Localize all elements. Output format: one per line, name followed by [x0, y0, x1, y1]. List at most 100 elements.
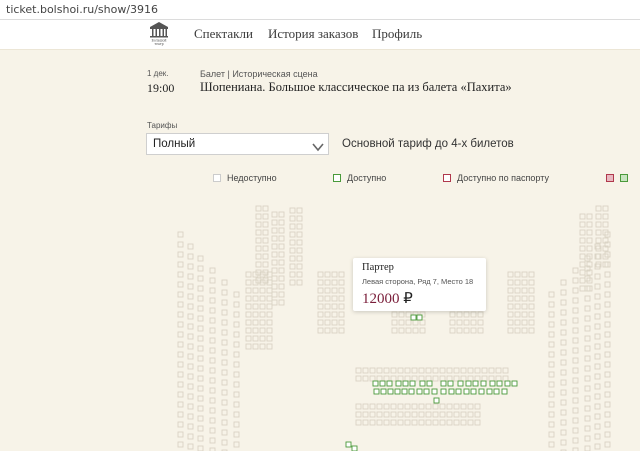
seat-unavailable[interactable] [266, 327, 273, 334]
seat-unavailable[interactable] [463, 319, 470, 326]
seat-unavailable[interactable] [187, 423, 194, 430]
seat-unavailable[interactable] [572, 297, 579, 304]
tariff-select[interactable]: Полный [146, 133, 329, 155]
seat-unavailable[interactable] [177, 381, 184, 388]
seat-unavailable[interactable] [572, 357, 579, 364]
seat-unavailable[interactable] [245, 279, 252, 286]
seat-unavailable[interactable] [432, 411, 439, 418]
seat-unavailable[interactable] [584, 415, 591, 422]
seat-unavailable[interactable] [187, 363, 194, 370]
seat-unavailable[interactable] [560, 409, 567, 416]
seat-unavailable[interactable] [521, 271, 528, 278]
seat-unavailable[interactable] [197, 375, 204, 382]
seat-unavailable[interactable] [481, 375, 488, 382]
seat-unavailable[interactable] [560, 399, 567, 406]
seat-unavailable[interactable] [369, 375, 376, 382]
seat-unavailable[interactable] [405, 311, 412, 318]
seat-unavailable[interactable] [528, 271, 535, 278]
seat-unavailable[interactable] [594, 343, 601, 350]
seat-available[interactable] [440, 380, 447, 387]
seat-unavailable[interactable] [289, 279, 296, 286]
seat-available[interactable] [463, 388, 470, 395]
seat-unavailable[interactable] [594, 433, 601, 440]
seat-unavailable[interactable] [296, 263, 303, 270]
seat-unavailable[interactable] [411, 419, 418, 426]
seat-available[interactable] [426, 380, 433, 387]
seat-unavailable[interactable] [233, 411, 240, 418]
seat-available[interactable] [470, 388, 477, 395]
seat-unavailable[interactable] [418, 375, 425, 382]
seat-unavailable[interactable] [521, 327, 528, 334]
seat-unavailable[interactable] [456, 327, 463, 334]
seat-unavailable[interactable] [355, 375, 362, 382]
seat-unavailable[interactable] [572, 307, 579, 314]
seat-unavailable[interactable] [296, 223, 303, 230]
seat-available[interactable] [408, 388, 415, 395]
seat-unavailable[interactable] [376, 419, 383, 426]
seat-available[interactable] [395, 380, 402, 387]
seat-unavailable[interactable] [197, 345, 204, 352]
seat-unavailable[interactable] [262, 237, 269, 244]
seat-unavailable[interactable] [604, 411, 611, 418]
seat-available[interactable] [472, 380, 479, 387]
seat-unavailable[interactable] [197, 435, 204, 442]
seat-unavailable[interactable] [255, 205, 262, 212]
seat-unavailable[interactable] [412, 319, 419, 326]
bolshoi-logo-icon[interactable]: Большой театр [146, 20, 172, 46]
seat-unavailable[interactable] [278, 267, 285, 274]
seat-unavailable[interactable] [187, 383, 194, 390]
seat-unavailable[interactable] [252, 279, 259, 286]
seat-unavailable[interactable] [502, 367, 509, 374]
seat-unavailable[interactable] [397, 419, 404, 426]
seat-unavailable[interactable] [355, 403, 362, 410]
seat-unavailable[interactable] [369, 411, 376, 418]
seat-unavailable[interactable] [560, 289, 567, 296]
seat-unavailable[interactable] [209, 287, 216, 294]
seat-unavailable[interactable] [560, 319, 567, 326]
seat-unavailable[interactable] [252, 303, 259, 310]
seat-unavailable[interactable] [271, 227, 278, 234]
seat-unavailable[interactable] [560, 309, 567, 316]
seat-unavailable[interactable] [252, 271, 259, 278]
seat-unavailable[interactable] [604, 311, 611, 318]
seat-unavailable[interactable] [528, 295, 535, 302]
seat-unavailable[interactable] [383, 411, 390, 418]
seat-unavailable[interactable] [187, 443, 194, 450]
seat-unavailable[interactable] [604, 391, 611, 398]
seat-unavailable[interactable] [460, 367, 467, 374]
seat-available[interactable] [440, 388, 447, 395]
seat-unavailable[interactable] [271, 243, 278, 250]
seat-unavailable[interactable] [177, 271, 184, 278]
seat-unavailable[interactable] [595, 221, 602, 228]
seat-unavailable[interactable] [595, 213, 602, 220]
seat-unavailable[interactable] [579, 221, 586, 228]
seat-unavailable[interactable] [197, 355, 204, 362]
seat-unavailable[interactable] [560, 359, 567, 366]
seat-unavailable[interactable] [317, 271, 324, 278]
seat-unavailable[interactable] [604, 321, 611, 328]
seat-unavailable[interactable] [391, 311, 398, 318]
seat-unavailable[interactable] [233, 401, 240, 408]
seat-available[interactable] [496, 380, 503, 387]
seat-unavailable[interactable] [404, 419, 411, 426]
seat-unavailable[interactable] [197, 385, 204, 392]
seat-unavailable[interactable] [177, 411, 184, 418]
seat-unavailable[interactable] [255, 229, 262, 236]
seat-unavailable[interactable] [477, 311, 484, 318]
seat-available[interactable] [448, 388, 455, 395]
seating-map[interactable] [0, 192, 640, 451]
seat-unavailable[interactable] [187, 303, 194, 310]
seat-unavailable[interactable] [488, 367, 495, 374]
seat-unavailable[interactable] [446, 375, 453, 382]
seat-unavailable[interactable] [521, 319, 528, 326]
seat-unavailable[interactable] [594, 443, 601, 450]
seat-unavailable[interactable] [560, 389, 567, 396]
seat-available[interactable] [394, 388, 401, 395]
nav-profile[interactable]: Профиль [372, 26, 422, 42]
seat-unavailable[interactable] [271, 235, 278, 242]
seat-unavailable[interactable] [324, 287, 331, 294]
seat-unavailable[interactable] [449, 311, 456, 318]
seat-unavailable[interactable] [432, 403, 439, 410]
seat-unavailable[interactable] [177, 251, 184, 258]
seat-unavailable[interactable] [177, 331, 184, 338]
